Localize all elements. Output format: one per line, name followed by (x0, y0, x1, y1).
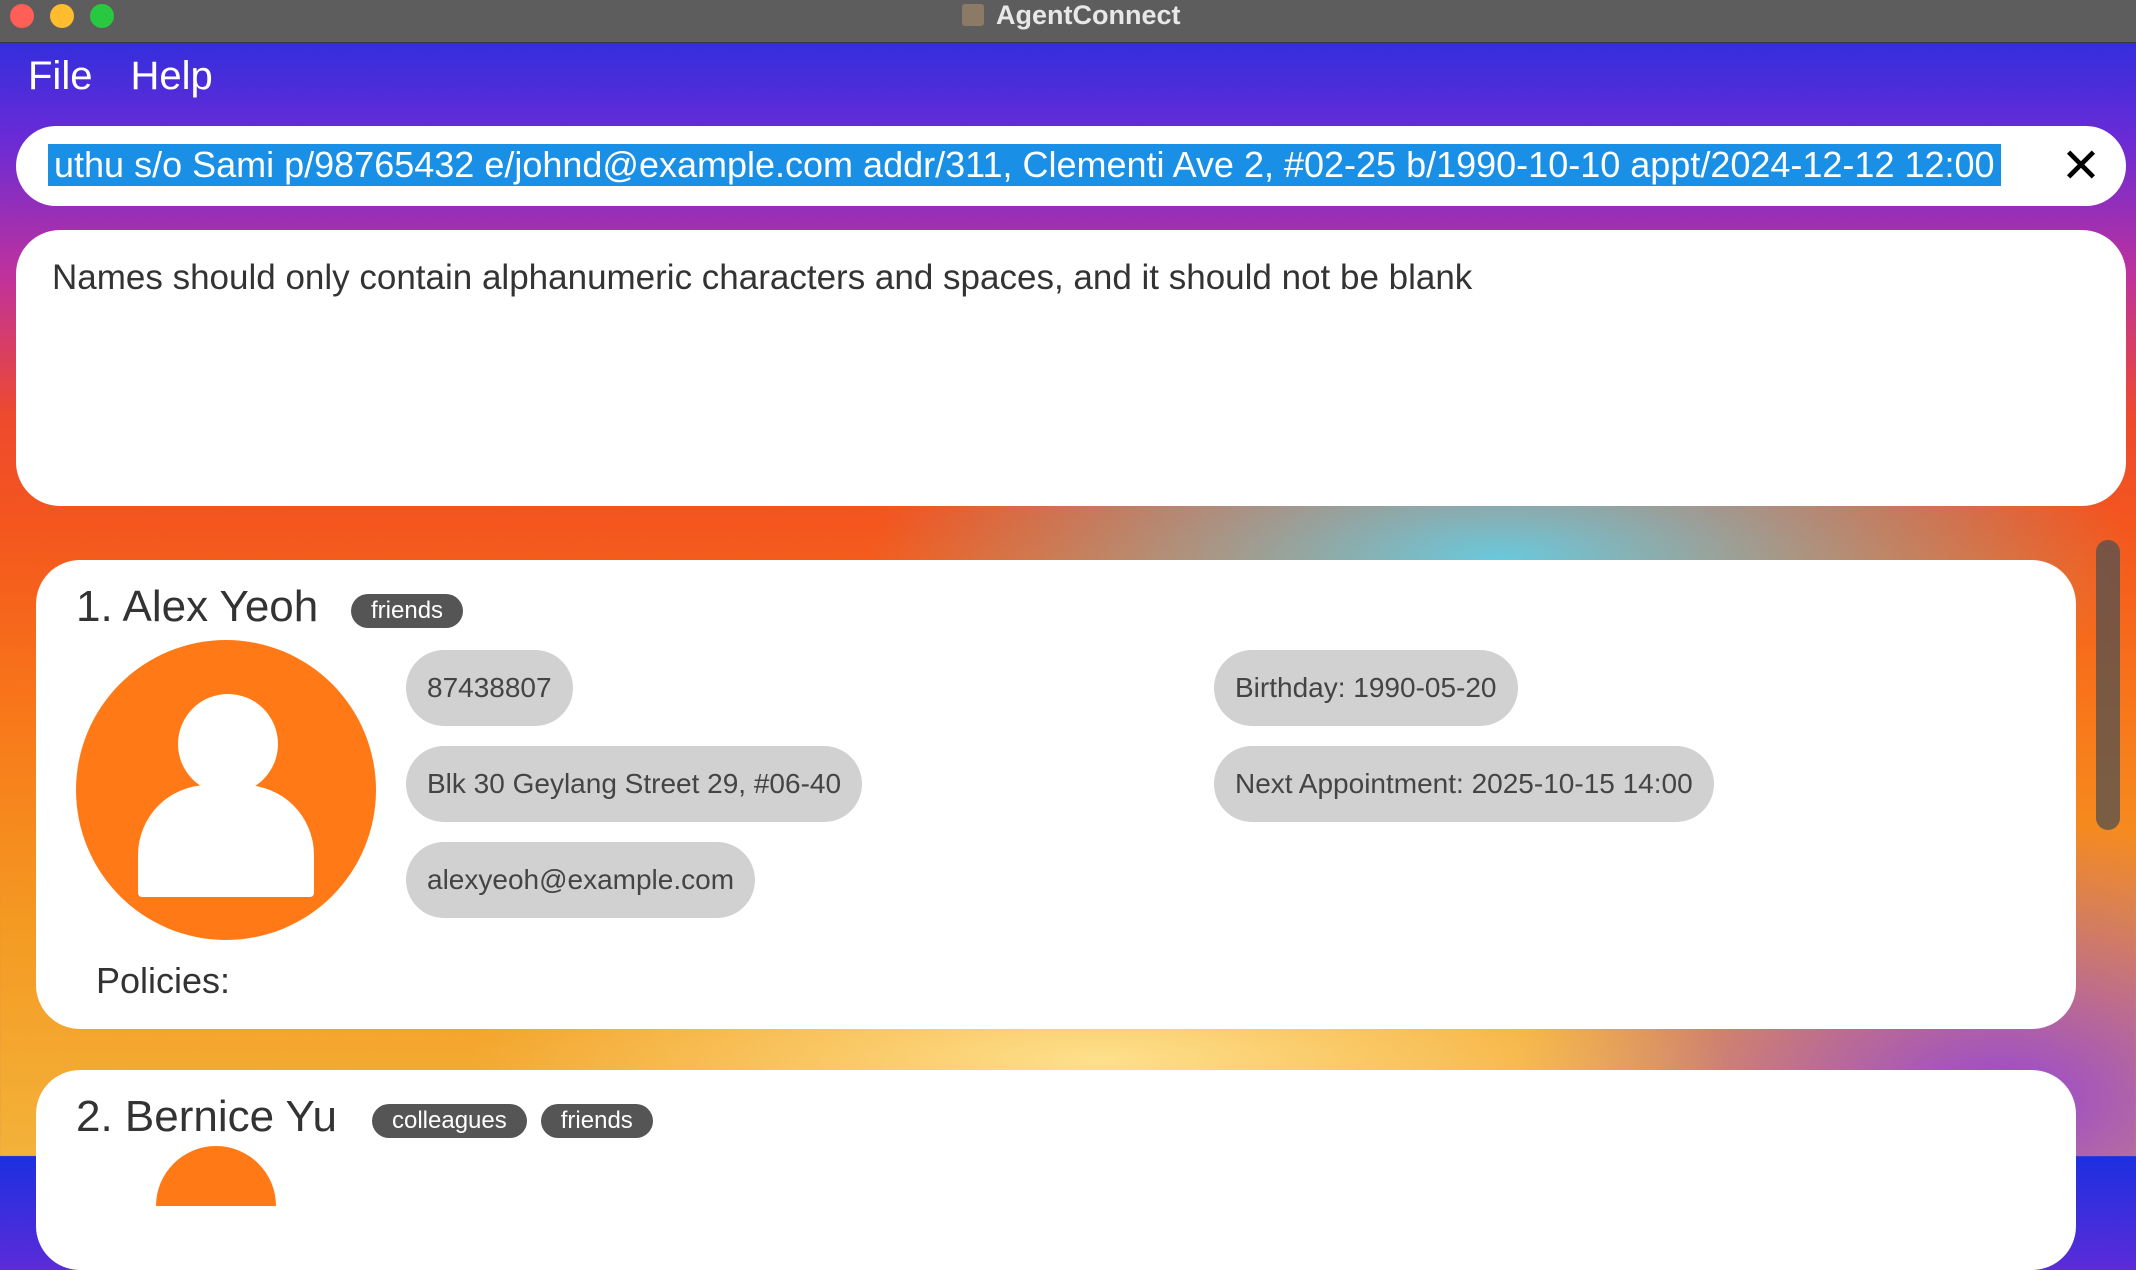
address-pill: Blk 30 Geylang Street 29, #06-40 (406, 746, 863, 822)
avatar-head-shape (178, 694, 278, 794)
person-tags: colleagues friends (372, 1104, 653, 1138)
command-input[interactable]: uthu s/o Sami p/98765432 e/johnd@example… (48, 144, 2001, 186)
menu-file[interactable]: File (28, 54, 92, 99)
avatar-body-shape (138, 785, 314, 897)
menu-bar: File Help (28, 54, 213, 99)
menu-help[interactable]: Help (130, 54, 212, 99)
tag-badge: friends (540, 1104, 653, 1138)
window-close-button[interactable] (10, 4, 34, 28)
window-title-text: AgentConnect (996, 0, 1181, 30)
person-card[interactable]: 1. Alex Yeoh friends 87438807 Blk 30 Gey… (36, 560, 2076, 1029)
clear-command-icon[interactable]: ✕ (2056, 142, 2106, 192)
result-display: Names should only contain alphanumeric c… (16, 230, 2126, 506)
window-title: AgentConnect (962, 0, 1181, 30)
person-tags: friends (351, 594, 464, 628)
result-message: Names should only contain alphanumeric c… (52, 258, 1473, 297)
appointment-pill: Next Appointment: 2025-10-15 14:00 (1214, 746, 1714, 822)
list-scrollbar[interactable] (2096, 540, 2120, 830)
window-titlebar: AgentConnect (0, 0, 2136, 43)
policies-label: Policies: (96, 960, 231, 1001)
person-card[interactable]: 2. Bernice Yu colleagues friends (36, 1070, 2076, 1270)
person-name: 1. Alex Yeoh (76, 582, 319, 631)
tag-badge: colleagues (372, 1104, 527, 1138)
person-placeholder-icon (76, 640, 376, 940)
tag-badge: friends (351, 594, 464, 628)
birthday-pill: Birthday: 1990-05-20 (1214, 650, 1518, 726)
window-maximize-button[interactable] (90, 4, 114, 28)
person-placeholder-icon (156, 1146, 276, 1206)
app-icon (962, 4, 984, 26)
window-minimize-button[interactable] (50, 4, 74, 28)
command-box[interactable]: uthu s/o Sami p/98765432 e/johnd@example… (16, 126, 2126, 206)
email-pill: alexyeoh@example.com (406, 842, 756, 918)
phone-pill: 87438807 (406, 650, 573, 726)
person-name: 2. Bernice Yu (76, 1092, 337, 1141)
